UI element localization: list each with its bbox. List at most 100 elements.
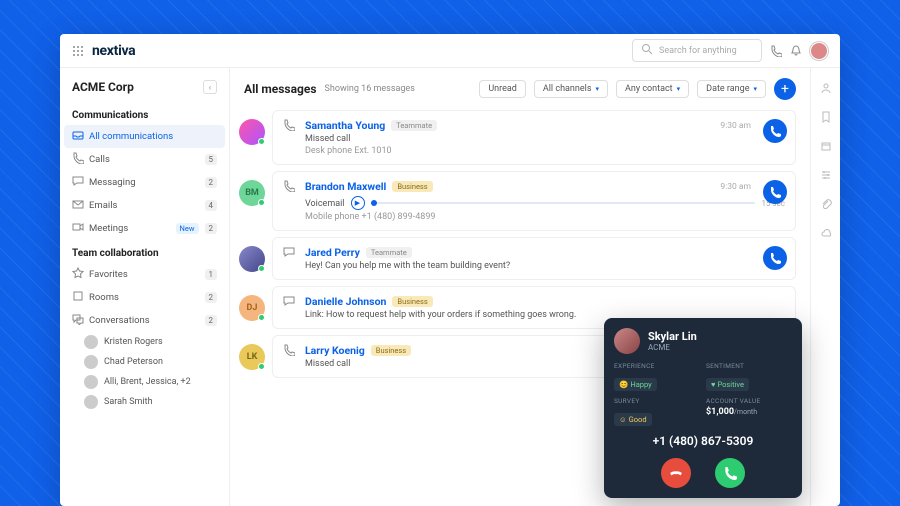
nav-conversations[interactable]: Conversations 2	[60, 309, 229, 332]
rail-contact-icon[interactable]	[820, 82, 832, 97]
nav-calls[interactable]: Calls5	[60, 148, 229, 171]
user-avatar[interactable]	[810, 42, 828, 60]
play-voicemail-button[interactable]: ▶	[351, 196, 365, 210]
message-name[interactable]: Jared Perry	[305, 246, 360, 259]
rail-attach-icon[interactable]	[820, 198, 832, 213]
contact-tag: Teammate	[366, 247, 412, 258]
page-title: All messages	[244, 82, 317, 96]
phone-icon	[283, 119, 297, 156]
mail-icon	[72, 198, 83, 213]
stat-experience-label: EXPERIENCE	[614, 362, 700, 370]
nav-label: Emails	[89, 200, 199, 211]
search-icon	[641, 43, 653, 58]
message-avatar: DJ	[239, 295, 265, 321]
message-name[interactable]: Danielle Johnson	[305, 295, 386, 308]
rail-settings-icon[interactable]	[820, 169, 832, 184]
chat-icon	[283, 246, 297, 271]
call-back-button[interactable]	[763, 119, 787, 143]
nav-badge: 2	[205, 292, 218, 303]
contact-tag: Business	[371, 345, 411, 356]
new-tag: New	[176, 223, 199, 234]
person-item[interactable]: Sarah Smith	[60, 392, 229, 412]
section-communications: Communications	[60, 102, 229, 125]
message-row[interactable]: Jared Perry Teammate Hey! Can you help me…	[272, 237, 796, 280]
rail-bookmark-icon[interactable]	[820, 111, 832, 126]
nav-label: Calls	[89, 154, 199, 165]
phone-icon	[283, 344, 297, 369]
stat-sentiment-value: ♥ Positive	[706, 378, 749, 391]
nav-emails[interactable]: Emails 4	[60, 194, 229, 217]
apps-grid-icon[interactable]	[72, 45, 84, 57]
filter-date[interactable]: Date range▾	[697, 80, 766, 98]
message-row[interactable]: Samantha YoungTeammate Missed call Desk …	[272, 110, 796, 165]
person-name: Chad Peterson	[104, 357, 217, 367]
person-avatar	[84, 375, 98, 389]
phone-icon	[283, 180, 297, 222]
incoming-call-card: Skylar Lin ACME EXPERIENCE😊 Happy SENTIM…	[604, 318, 802, 498]
filter-channels[interactable]: All channels▾	[534, 80, 608, 98]
message-row[interactable]: BM Brandon MaxwellBusiness Voicemail▶15 …	[272, 171, 796, 231]
nav-label: Conversations	[89, 315, 199, 326]
call-back-button[interactable]	[763, 180, 787, 204]
caller-name: Skylar Lin	[648, 330, 697, 343]
stat-survey-value: ☺ Good	[614, 413, 652, 426]
filter-contact[interactable]: Any contact▾	[616, 80, 689, 98]
stat-survey-label: SURVEY	[614, 397, 700, 405]
filter-unread[interactable]: Unread	[479, 80, 526, 98]
nav-label: All communications	[89, 131, 217, 142]
message-line: Hey! Can you help me with the team build…	[305, 261, 785, 271]
nav-favorites[interactable]: Favorites1	[60, 263, 229, 286]
message-name[interactable]: Brandon Maxwell	[305, 180, 386, 193]
chat-icon	[72, 175, 83, 190]
nav-messaging[interactable]: Messaging2	[60, 171, 229, 194]
video-icon	[72, 221, 83, 236]
call-back-button[interactable]	[763, 246, 787, 270]
person-item[interactable]: Kristen Rogers	[60, 332, 229, 352]
phone-icon	[72, 152, 83, 167]
star-icon	[72, 267, 83, 282]
compose-button[interactable]: +	[774, 78, 796, 100]
search-input[interactable]: Search for anything	[632, 39, 762, 62]
bell-icon[interactable]	[790, 45, 802, 57]
accept-call-button[interactable]	[715, 458, 745, 488]
person-avatar	[84, 395, 98, 409]
message-avatar	[239, 246, 265, 272]
decline-call-button[interactable]	[661, 458, 691, 488]
phone-icon[interactable]	[770, 45, 782, 57]
chat-icon	[283, 295, 297, 320]
stat-account-value: $1,000/month	[706, 407, 792, 417]
presence-dot	[258, 265, 265, 272]
sidebar: ACME Corp ‹ Communications All communica…	[60, 68, 230, 506]
message-line: Voicemail	[305, 199, 345, 209]
contact-tag: Teammate	[391, 120, 437, 131]
rail-calendar-icon[interactable]	[820, 140, 832, 155]
org-name: ACME Corp	[72, 80, 203, 94]
person-avatar	[84, 335, 98, 349]
nav-rooms[interactable]: Rooms2	[60, 286, 229, 309]
message-avatar	[239, 119, 265, 145]
nav-label: Meetings	[89, 223, 168, 234]
person-item[interactable]: Chad Peterson	[60, 352, 229, 372]
message-name[interactable]: Larry Koenig	[305, 344, 365, 357]
message-avatar: LK	[239, 344, 265, 370]
nav-badge: 4	[205, 200, 218, 211]
nav-badge: 2	[205, 315, 218, 326]
person-name: Alli, Brent, Jessica, +2	[104, 377, 217, 387]
presence-dot	[258, 138, 265, 145]
person-item[interactable]: Alli, Brent, Jessica, +2	[60, 372, 229, 392]
voicemail-track[interactable]	[371, 202, 756, 204]
collapse-sidebar-button[interactable]: ‹	[203, 80, 217, 94]
message-name[interactable]: Samantha Young	[305, 119, 385, 132]
stat-account-label: ACCOUNT VALUE	[706, 397, 792, 405]
contact-tag: Business	[392, 296, 432, 307]
message-subline: Mobile phone +1 (480) 899-4899	[305, 212, 785, 222]
nav-badge: 1	[205, 269, 218, 280]
rail-cloud-icon[interactable]	[820, 227, 832, 242]
person-name: Kristen Rogers	[104, 337, 217, 347]
presence-dot	[258, 363, 265, 370]
caller-avatar	[614, 328, 640, 354]
brand-logo: nextiva	[92, 43, 135, 59]
page-subtitle: Showing 16 messages	[325, 84, 415, 94]
nav-all-communications[interactable]: All communications	[64, 125, 225, 148]
nav-meetings[interactable]: MeetingsNew2	[60, 217, 229, 240]
